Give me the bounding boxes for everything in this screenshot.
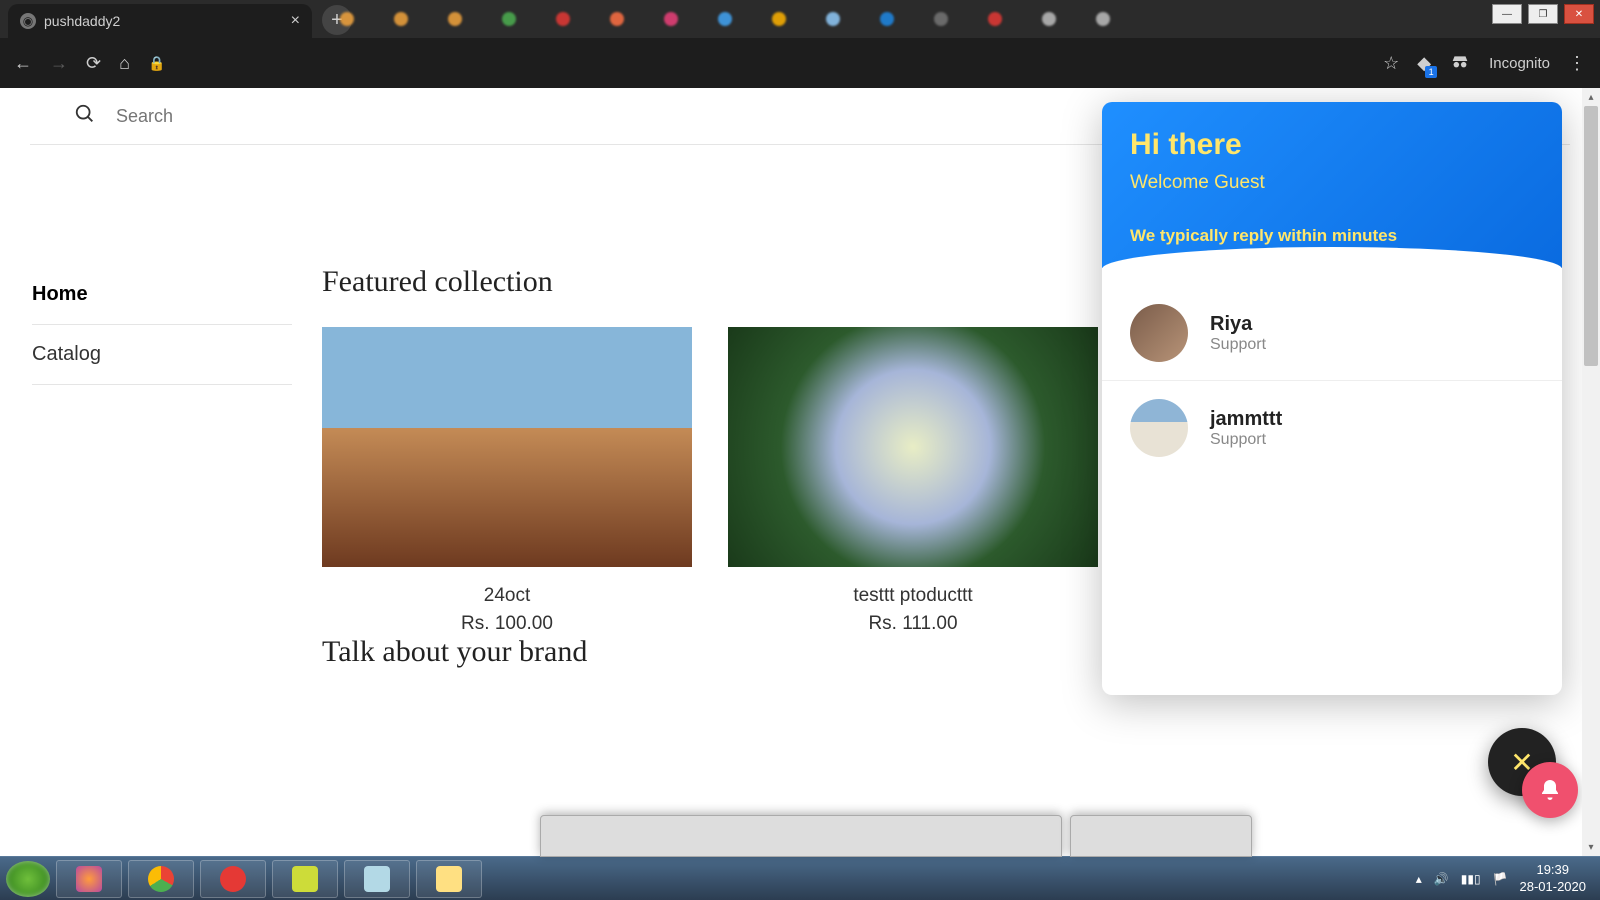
home-icon[interactable]: ⌂	[119, 53, 130, 74]
taskbar-preview	[1070, 815, 1252, 857]
incognito-label: Incognito	[1489, 55, 1550, 72]
taskbar-app-opera[interactable]	[200, 860, 266, 898]
window-controls: — ❐ ✕	[1492, 4, 1594, 24]
lock-icon: 🔒	[148, 55, 165, 72]
system-tray: ▴ 🔊 ▮▮▯ 🏳️ 19:39 28-01-2020	[1416, 862, 1594, 896]
agent-role: Support	[1210, 336, 1266, 354]
globe-icon: ◉	[20, 13, 36, 29]
scroll-down-arrow-icon[interactable]: ▾	[1582, 838, 1600, 856]
browser-tab-strip: ◉ pushdaddy2 × + — ❐ ✕	[0, 0, 1600, 38]
agent-name: jammttt	[1210, 408, 1282, 431]
chat-header: Hi there Welcome Guest We typically repl…	[1102, 102, 1562, 268]
taskbar-app-chrome[interactable]	[128, 860, 194, 898]
kebab-menu-icon[interactable]: ⋮	[1568, 53, 1586, 74]
avatar	[1130, 399, 1188, 457]
minimize-button[interactable]: —	[1492, 4, 1522, 24]
product-image	[322, 327, 692, 567]
product-price: Rs. 100.00	[322, 613, 692, 635]
tab-title: pushdaddy2	[44, 13, 120, 29]
scroll-up-arrow-icon[interactable]: ▴	[1582, 88, 1600, 106]
product-name: 24oct	[322, 585, 692, 607]
chat-subtitle: Welcome Guest	[1130, 172, 1534, 194]
back-icon[interactable]: ←	[14, 53, 32, 74]
taskbar-app-notepad[interactable]	[344, 860, 410, 898]
chat-title: Hi there	[1130, 128, 1534, 162]
product-card[interactable]: 24oct Rs. 100.00	[322, 327, 692, 635]
star-icon[interactable]: ☆	[1383, 53, 1399, 74]
taskbar-app-firefox[interactable]	[56, 860, 122, 898]
clock-date: 28-01-2020	[1520, 879, 1587, 896]
scrollbar-thumb[interactable]	[1584, 106, 1598, 366]
incognito-icon	[1449, 50, 1471, 77]
chat-agent[interactable]: Riya Support	[1102, 286, 1562, 381]
product-card[interactable]: testtt ptoducttt Rs. 111.00	[728, 327, 1098, 635]
taskbar-app-notepadpp[interactable]	[272, 860, 338, 898]
volume-icon[interactable]: 🔊	[1434, 872, 1449, 886]
chat-agent-list: Riya Support jammttt Support	[1102, 268, 1562, 695]
page-viewport: Home Catalog Featured collection 24oct R…	[0, 88, 1600, 856]
side-nav: Home Catalog	[32, 265, 322, 697]
vertical-scrollbar[interactable]: ▴ ▾	[1582, 88, 1600, 856]
background-tabs-blur	[340, 12, 1110, 26]
browser-toolbar: ← → ⟳ ⌂ 🔒 ☆ ◆1 Incognito ⋮	[0, 38, 1600, 88]
extension-icon[interactable]: ◆1	[1417, 53, 1431, 74]
browser-tab-active[interactable]: ◉ pushdaddy2 ×	[8, 4, 312, 38]
avatar	[1130, 304, 1188, 362]
product-price: Rs. 111.00	[728, 613, 1098, 635]
taskbar-clock[interactable]: 19:39 28-01-2020	[1520, 862, 1587, 896]
nav-catalog[interactable]: Catalog	[32, 325, 292, 385]
chat-agent[interactable]: jammttt Support	[1102, 381, 1562, 475]
search-icon	[74, 103, 96, 130]
product-name: testtt ptoducttt	[728, 585, 1098, 607]
windows-taskbar: ▴ 🔊 ▮▮▯ 🏳️ 19:39 28-01-2020	[0, 856, 1600, 900]
agent-role: Support	[1210, 431, 1282, 449]
nav-home[interactable]: Home	[32, 265, 292, 325]
forward-icon[interactable]: →	[50, 53, 68, 74]
start-button[interactable]	[6, 861, 50, 897]
flag-icon[interactable]: 🏳️	[1493, 872, 1508, 886]
chat-reply-line: We typically reply within minutes	[1130, 226, 1534, 246]
network-icon[interactable]: ▮▮▯	[1461, 872, 1481, 886]
reload-icon[interactable]: ⟳	[86, 53, 101, 74]
notification-bell-button[interactable]	[1522, 762, 1578, 818]
close-tab-icon[interactable]: ×	[291, 12, 300, 30]
product-image	[728, 327, 1098, 567]
clock-time: 19:39	[1520, 862, 1587, 879]
taskbar-preview	[540, 815, 1062, 857]
tray-chevron-up-icon[interactable]: ▴	[1416, 872, 1422, 886]
chat-widget: Hi there Welcome Guest We typically repl…	[1102, 102, 1562, 695]
taskbar-app-stickynotes[interactable]	[416, 860, 482, 898]
maximize-button[interactable]: ❐	[1528, 4, 1558, 24]
agent-name: Riya	[1210, 313, 1266, 336]
close-window-button[interactable]: ✕	[1564, 4, 1594, 24]
